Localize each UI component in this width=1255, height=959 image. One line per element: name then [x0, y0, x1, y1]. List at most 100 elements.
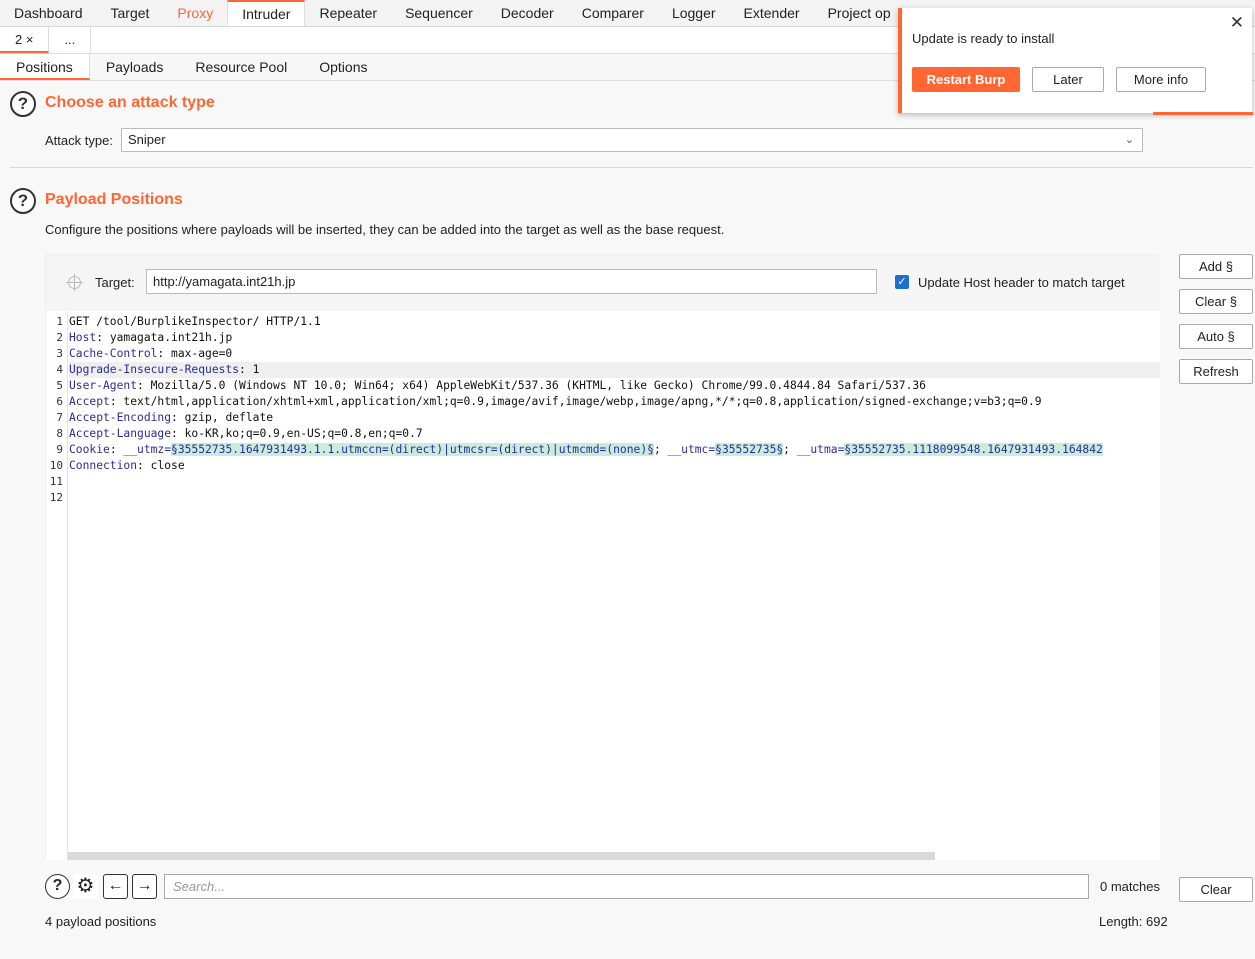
header-line: Connection: close	[69, 458, 185, 474]
header-value: : text/html,application/xhtml+xml,applic…	[109, 395, 1042, 408]
add-marker-button[interactable]: Add §	[1179, 254, 1253, 279]
header-name: Host	[69, 331, 97, 344]
header-name: Accept-Encoding	[69, 411, 172, 424]
attack-tab-2[interactable]: 2 ×	[0, 27, 50, 53]
cookie-key: __utmc=	[667, 443, 716, 456]
header-value: : gzip, deflate	[171, 411, 274, 424]
target-input[interactable]: http://yamagata.int21h.jp	[146, 269, 877, 294]
auto-markers-button[interactable]: Auto §	[1179, 324, 1253, 349]
tab-target[interactable]: Target	[97, 0, 164, 26]
update-message: Update is ready to install	[912, 31, 1055, 46]
tab-intruder[interactable]: Intruder	[227, 0, 306, 26]
target-label: Target:	[95, 275, 135, 290]
attack-type-value: Sniper	[128, 132, 166, 147]
header-name: Accept	[69, 395, 110, 408]
restart-burp-button[interactable]: Restart Burp	[912, 67, 1020, 92]
payload-marker[interactable]: §35552735.1118099548.1647931493.164842	[844, 443, 1103, 456]
tab-project-options[interactable]: Project op	[814, 0, 905, 26]
cookie-key: __utmz=	[123, 443, 172, 456]
request-editor[interactable]: 1 2 3 4 5 6 7 8 9 10 11 12 GET /tool/Bur…	[46, 311, 1160, 860]
update-host-checkbox[interactable]: ✓	[895, 275, 909, 289]
divider	[10, 167, 1253, 168]
tab-decoder[interactable]: Decoder	[487, 0, 568, 26]
line-number: 4	[56, 363, 63, 376]
tab-dashboard[interactable]: Dashboard	[0, 0, 97, 26]
payload-positions-title: Payload Positions	[45, 191, 183, 208]
help-icon[interactable]: ?	[10, 91, 36, 117]
cookie-line: Cookie: __utmz=§35552735.1647931493.1.1.…	[69, 442, 1103, 458]
line-number: 2	[56, 331, 63, 344]
chevron-down-icon: ⌄	[1124, 134, 1134, 146]
previous-arrow-icon[interactable]: ←	[103, 874, 128, 899]
header-name: Cookie	[69, 443, 110, 456]
attack-type-label: Attack type:	[45, 133, 113, 148]
tab-repeater[interactable]: Repeater	[305, 0, 391, 26]
header-line: User-Agent: Mozilla/5.0 (Windows NT 10.0…	[69, 378, 926, 394]
tab-payloads[interactable]: Payloads	[90, 54, 180, 80]
line-number-gutter: 1 2 3 4 5 6 7 8 9 10 11 12	[46, 311, 68, 860]
header-line: Host: yamagata.int21h.jp	[69, 330, 232, 346]
search-input[interactable]: Search...	[164, 874, 1089, 899]
tab-sequencer[interactable]: Sequencer	[391, 0, 487, 26]
payload-marker[interactable]: §35552735.1647931493.1.1.utmccn=(direct)…	[171, 443, 654, 456]
target-row: Target: http://yamagata.int21h.jp ✓ Upda…	[46, 255, 1160, 311]
tab-proxy[interactable]: Proxy	[163, 0, 227, 26]
header-name: Accept-Language	[69, 427, 172, 440]
new-attack-tab[interactable]: ...	[49, 27, 92, 53]
line-number: 10	[49, 459, 63, 472]
header-value: : yamagata.int21h.jp	[96, 331, 233, 344]
clear-search-button[interactable]: Clear	[1179, 877, 1253, 902]
clear-markers-button[interactable]: Clear §	[1179, 289, 1253, 314]
header-line: Accept-Language: ko-KR,ko;q=0.9,en-US;q=…	[69, 426, 423, 442]
line-number: 5	[56, 379, 63, 392]
update-host-label: Update Host header to match target	[918, 275, 1125, 290]
request-line: GET /tool/BurplikeInspector/ HTTP/1.1	[69, 315, 321, 328]
refresh-button[interactable]: Refresh	[1179, 359, 1253, 384]
cookie-key: __utma=	[796, 443, 845, 456]
cookie-separator: ;	[653, 443, 668, 456]
request-length: Length: 692	[1099, 914, 1168, 929]
tab-resource-pool[interactable]: Resource Pool	[179, 54, 303, 80]
cookie-separator: :	[109, 443, 124, 456]
tab-logger[interactable]: Logger	[658, 0, 730, 26]
crosshair-icon	[66, 274, 83, 291]
line-number: 11	[49, 475, 63, 488]
header-line: Accept: text/html,application/xhtml+xml,…	[69, 394, 1042, 410]
header-value: : max-age=0	[157, 347, 233, 360]
payload-marker[interactable]: §35552735§	[715, 443, 784, 456]
match-count: 0 matches	[1100, 879, 1160, 894]
header-value: : ko-KR,ko;q=0.9,en-US;q=0.8,en;q=0.7	[171, 427, 423, 440]
search-bar: ? ⚙ ← → Search... 0 matches	[45, 872, 1169, 900]
header-name: User-Agent	[69, 379, 138, 392]
line-number: 3	[56, 347, 63, 360]
tab-extender[interactable]: Extender	[730, 0, 814, 26]
positions-panel: ? Choose an attack type Attack type: Sni…	[0, 81, 1255, 959]
payload-positions-count: 4 payload positions	[45, 914, 157, 929]
help-icon[interactable]: ?	[10, 188, 36, 214]
header-value: : Mozilla/5.0 (Windows NT 10.0; Win64; x…	[137, 379, 926, 392]
horizontal-scrollbar[interactable]	[68, 852, 935, 860]
header-value: : 1	[239, 363, 260, 376]
header-name: Upgrade-Insecure-Requests	[69, 363, 240, 376]
close-icon[interactable]: ✕	[1230, 13, 1244, 33]
tab-positions[interactable]: Positions	[0, 54, 90, 80]
request-panel: Target: http://yamagata.int21h.jp ✓ Upda…	[45, 254, 1160, 860]
line-number: 12	[49, 491, 63, 504]
help-icon[interactable]: ?	[45, 874, 70, 899]
line-number: 1	[56, 315, 63, 328]
attack-type-select[interactable]: Sniper ⌄	[121, 128, 1143, 152]
header-name: Cache-Control	[69, 347, 158, 360]
payload-positions-description: Configure the positions where payloads w…	[45, 222, 725, 237]
header-line: Accept-Encoding: gzip, deflate	[69, 410, 273, 426]
more-info-button[interactable]: More info	[1116, 67, 1206, 92]
settings-gear-icon[interactable]: ⚙	[73, 874, 98, 899]
tab-options[interactable]: Options	[303, 54, 383, 80]
tab-comparer[interactable]: Comparer	[568, 0, 658, 26]
header-name: Connection	[69, 459, 138, 472]
line-number: 8	[56, 427, 63, 440]
header-line: Cache-Control: max-age=0	[69, 346, 232, 362]
next-arrow-icon[interactable]: →	[132, 874, 157, 899]
later-button[interactable]: Later	[1032, 67, 1104, 92]
line-number: 9	[56, 443, 63, 456]
popup-accent-line	[1153, 112, 1253, 115]
